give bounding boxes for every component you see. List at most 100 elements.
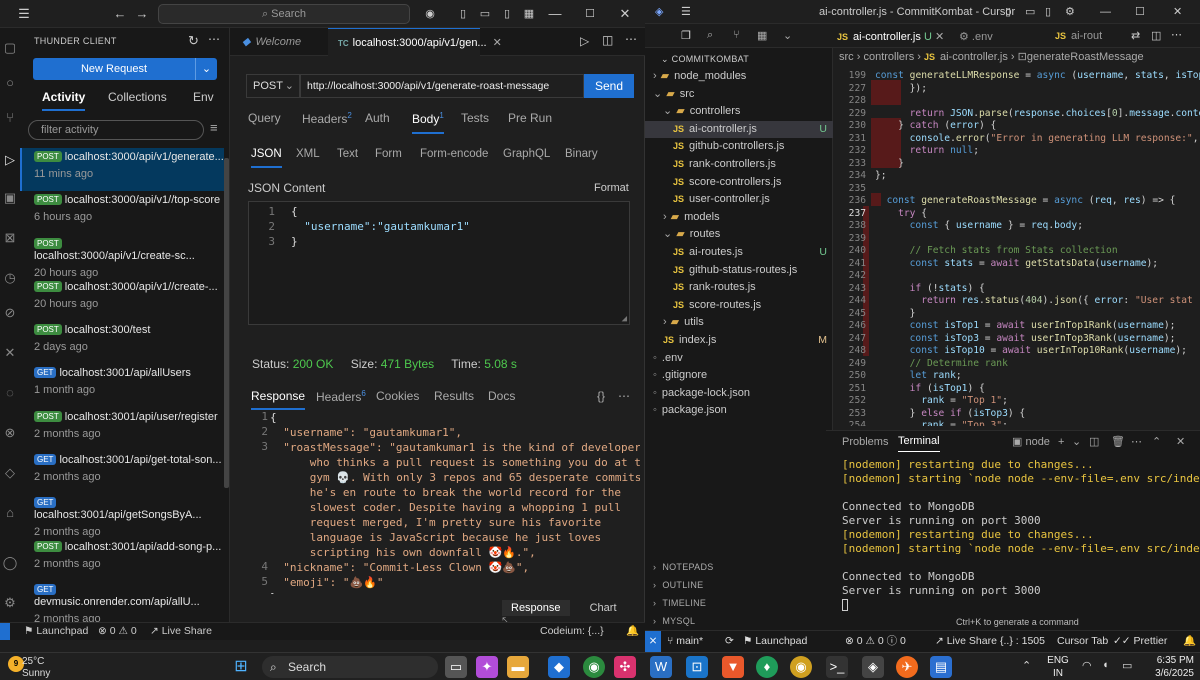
layout-sidebar-icon[interactable]: ▯ bbox=[455, 0, 471, 28]
filter-activity-input[interactable]: filter activity bbox=[28, 120, 204, 140]
bookmark-icon[interactable]: ⌂ bbox=[0, 503, 20, 523]
back-arrow-icon[interactable]: ← bbox=[110, 0, 130, 28]
wifi-icon[interactable]: ◠ bbox=[1082, 659, 1092, 672]
start-icon[interactable]: ⊞ bbox=[230, 656, 252, 678]
remote-indicator[interactable] bbox=[0, 623, 10, 640]
sync-icon[interactable]: ⟳ bbox=[725, 631, 734, 651]
folder-item[interactable]: › ▰ utils bbox=[645, 314, 833, 332]
thunder-client-icon[interactable]: ▷ bbox=[0, 150, 20, 170]
tab-terminal[interactable]: Terminal bbox=[898, 431, 940, 452]
file-item[interactable]: JS score-routes.js bbox=[645, 297, 833, 315]
filter-menu-icon[interactable]: ≡ bbox=[210, 120, 218, 135]
customize-layout-icon[interactable]: ▦ bbox=[521, 0, 537, 28]
resize-handle-icon[interactable]: ◢ bbox=[622, 314, 627, 324]
terminal-output[interactable]: [nodemon] restarting due to changes... [n… bbox=[842, 458, 1200, 611]
settings-gear-icon[interactable]: ⚙ bbox=[0, 593, 20, 613]
body-tab-xml[interactable]: XML bbox=[296, 148, 320, 160]
remote-desktop-icon[interactable]: ⊡ bbox=[686, 656, 708, 678]
body-tab-json[interactable]: JSON bbox=[251, 148, 282, 168]
search-activity-icon[interactable]: ○ bbox=[0, 73, 20, 93]
language-indicator[interactable]: ENG IN bbox=[1046, 654, 1070, 680]
terminal-icon[interactable]: >_ bbox=[826, 656, 848, 678]
close-panel-icon[interactable]: ✕ bbox=[1176, 431, 1185, 453]
folder-item[interactable]: ⌄ ▰ src bbox=[645, 86, 833, 104]
response-tab-headers[interactable]: Headers6 bbox=[316, 389, 366, 404]
more-actions-icon[interactable]: ⋯ bbox=[618, 389, 630, 403]
history-item[interactable]: GET localhost:3001/api/allUsers 1 month ag… bbox=[20, 364, 224, 407]
folder-item[interactable]: ⌄ ▰ controllers bbox=[645, 103, 833, 121]
file-item[interactable]: ◦ package.json bbox=[645, 402, 833, 420]
layout-secondary-icon[interactable]: ▯ bbox=[499, 0, 515, 28]
method-select[interactable]: POST ⌄ bbox=[246, 74, 300, 98]
minimize-icon[interactable]: — bbox=[545, 0, 565, 28]
trash-icon[interactable]: 🗑 bbox=[1111, 431, 1125, 453]
clock[interactable]: 6:35 PM 3/6/2025 bbox=[1146, 654, 1194, 680]
send-button[interactable]: Send bbox=[584, 74, 634, 98]
explorer-icon[interactable]: ▢ bbox=[0, 38, 20, 58]
brave-icon[interactable]: ▼ bbox=[722, 656, 744, 678]
history-item[interactable]: POST localhost:3001/api/add-song-p... 2 mo… bbox=[20, 538, 224, 581]
tab-env[interactable]: ⚙ .env bbox=[959, 30, 993, 43]
split-terminal-icon[interactable]: ◫ bbox=[1089, 431, 1099, 453]
body-tab-binary[interactable]: Binary bbox=[565, 148, 598, 160]
vscode-icon[interactable]: ◆ bbox=[548, 656, 570, 678]
split-editor-icon[interactable]: ◫ bbox=[602, 33, 613, 47]
menu-icon[interactable]: ☰ bbox=[681, 0, 691, 24]
body-tab-graphql[interactable]: GraphQL bbox=[503, 148, 550, 160]
close-tab-icon[interactable]: ✕ bbox=[493, 37, 502, 49]
tab-activity[interactable]: Activity bbox=[42, 90, 86, 111]
docker-icon[interactable]: ◇ bbox=[0, 463, 20, 483]
forward-arrow-icon[interactable]: → bbox=[132, 0, 152, 28]
code-editor[interactable]: 199 const generateLLMResponse = async (us… bbox=[833, 68, 1200, 426]
battery-icon[interactable]: ▭ bbox=[1122, 659, 1132, 672]
tab-pre-run[interactable]: Pre Run bbox=[508, 111, 552, 125]
url-input[interactable]: http://localhost:3000/api/v1/generate-ro… bbox=[300, 74, 584, 98]
menu-icon[interactable]: ☰ bbox=[14, 0, 34, 28]
tab-ai-controller[interactable]: JS ai-controller.js U ✕ bbox=[837, 30, 944, 43]
close-icon[interactable]: ✕ bbox=[615, 0, 635, 28]
more-actions-icon[interactable]: ⋯ bbox=[208, 32, 220, 46]
maximize-icon[interactable]: ☐ bbox=[1135, 0, 1145, 24]
history-item[interactable]: GET localhost:3001/api/get-total-son... 2 … bbox=[20, 451, 224, 494]
response-view-button[interactable]: Response bbox=[502, 600, 570, 616]
section-notepads[interactable]: › NOTEPADS bbox=[645, 562, 833, 572]
live-share-status[interactable]: ↗ Live Share bbox=[150, 623, 212, 640]
tab-body[interactable]: Body1 bbox=[412, 111, 444, 134]
git-graph-icon[interactable]: ⊗ bbox=[0, 423, 20, 443]
maximize-icon[interactable]: ☐ bbox=[580, 0, 600, 28]
extensions-icon[interactable]: ▣ bbox=[0, 188, 20, 208]
branch-status[interactable]: ⑂ main* bbox=[667, 631, 703, 651]
refresh-icon[interactable]: ↻ bbox=[188, 33, 199, 49]
copilot-icon[interactable]: ✦ bbox=[476, 656, 498, 678]
file-item[interactable]: JS rank-controllers.js bbox=[645, 156, 833, 174]
compare-icon[interactable]: ⇄ bbox=[1131, 29, 1140, 42]
folder-item[interactable]: ⌄ ▰ routes bbox=[645, 226, 833, 244]
cursor-app-icon[interactable]: ◈ bbox=[862, 656, 884, 678]
settings-gear-icon[interactable]: ⚙ bbox=[1065, 0, 1075, 24]
body-tab-form[interactable]: Form bbox=[375, 148, 402, 160]
postman-icon[interactable]: ✈ bbox=[896, 656, 918, 678]
account-icon[interactable]: ◯ bbox=[0, 553, 20, 573]
tab-problems[interactable]: Problems bbox=[842, 431, 888, 453]
history-item[interactable]: GETlocalhost:3001/api/getSongsByA... 2 mo… bbox=[20, 494, 224, 538]
terminal-shell[interactable]: ▣ node bbox=[1012, 431, 1050, 453]
copilot-icon[interactable]: ◉ bbox=[420, 0, 440, 28]
response-body[interactable]: { "username": "gautamkumar1", "roastMess… bbox=[244, 408, 640, 594]
history-item[interactable]: GETdevmusic.onrender.com/api/allU... 2 mo… bbox=[20, 581, 224, 625]
section-mysql[interactable]: › MYSQL bbox=[645, 616, 833, 626]
close-tab-icon[interactable]: ✕ bbox=[935, 31, 944, 43]
history-item[interactable]: POST localhost:300/test 2 days ago bbox=[20, 321, 224, 364]
cursor-tab-status[interactable]: Cursor Tab bbox=[1057, 631, 1108, 651]
tab-request[interactable]: TC localhost:3000/api/v1/gen... ✕ bbox=[328, 28, 502, 56]
tab-headers[interactable]: Headers2 bbox=[302, 111, 352, 126]
chrome-dev-icon[interactable]: ◉ bbox=[790, 656, 812, 678]
history-item[interactable]: POST localhost:3000/api/v1//create-... 20 … bbox=[20, 278, 224, 321]
extensions-icon[interactable]: ▦ bbox=[757, 29, 767, 42]
launchpad-status[interactable]: ⚑ Launchpad bbox=[24, 623, 88, 640]
more-actions-icon[interactable]: ⋯ bbox=[1171, 28, 1182, 41]
body-tab-form-encode[interactable]: Form-encode bbox=[420, 148, 488, 160]
file-item[interactable]: JS ai-controller.js U bbox=[645, 120, 833, 139]
braces-icon[interactable]: {} bbox=[597, 389, 605, 403]
search-icon[interactable]: ⌕ bbox=[707, 29, 713, 42]
problems-status[interactable]: ⊗ 0 ⚠ 0 ⓘ 0 bbox=[845, 631, 906, 651]
